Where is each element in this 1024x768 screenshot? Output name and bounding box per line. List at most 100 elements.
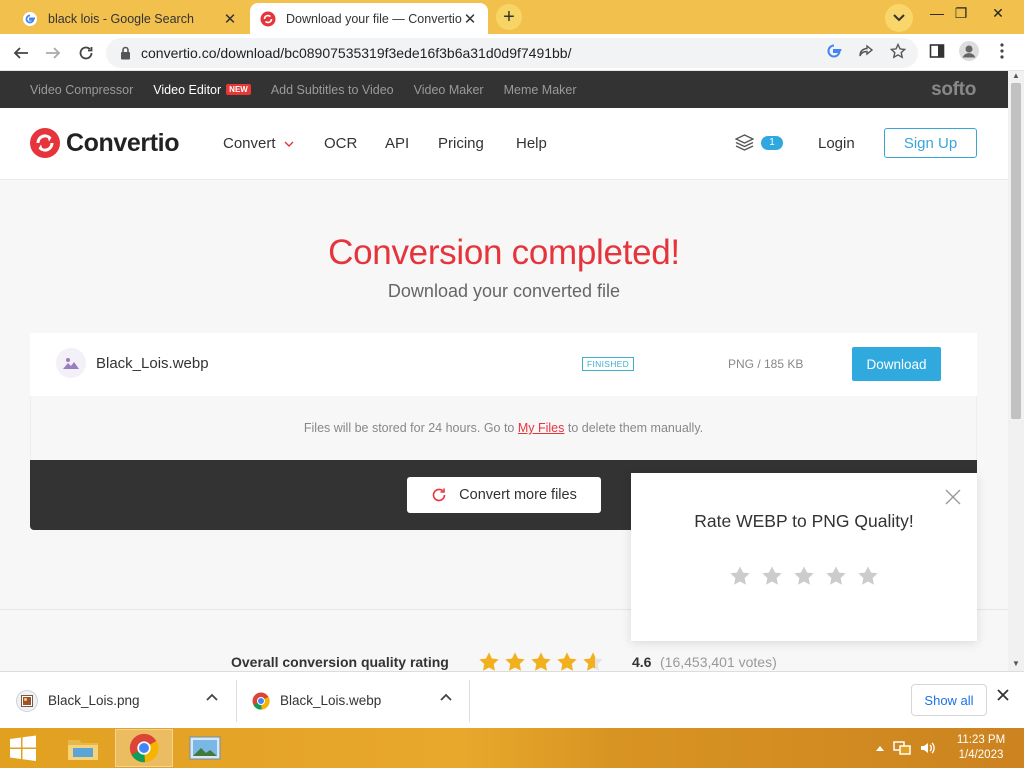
window-close-button[interactable]: ✕ <box>983 2 1013 24</box>
overall-rating-votes: (16,453,401 votes) <box>660 654 777 670</box>
new-badge: NEW <box>226 84 251 95</box>
google-icon <box>23 11 37 26</box>
taskbar-file-explorer[interactable] <box>54 729 112 767</box>
taskbar-clock[interactable]: 11:23 PM 1/4/2023 <box>946 733 1016 763</box>
share-icon[interactable] <box>856 41 876 61</box>
storage-note-text: to delete them manually. <box>564 421 704 435</box>
tab-search-button[interactable] <box>885 4 913 32</box>
topbar-link-video-compressor[interactable]: Video Compressor <box>30 83 133 97</box>
url-input[interactable] <box>141 45 781 61</box>
download-item-webp[interactable]: Black_Lois.webp <box>252 672 458 729</box>
page-title: Conversion completed! <box>328 233 680 272</box>
reload-icon <box>79 46 93 60</box>
storage-note: Files will be stored for 24 hours. Go to… <box>30 396 977 460</box>
rate-star-icon[interactable] <box>761 565 783 587</box>
refresh-icon <box>432 488 446 502</box>
menu-kebab-icon[interactable] <box>992 41 1012 61</box>
convert-more-files-button[interactable]: Convert more files <box>407 477 601 513</box>
nav-api[interactable]: API <box>385 135 409 152</box>
rate-star-icon[interactable] <box>825 565 847 587</box>
download-filename: Black_Lois.webp <box>280 693 382 708</box>
chevron-down-icon <box>893 14 905 22</box>
chrome-icon <box>252 692 270 710</box>
popup-close-button[interactable] <box>945 489 961 505</box>
page-subtitle: Download your converted file <box>387 281 621 301</box>
my-files-button[interactable]: 1 <box>735 134 783 151</box>
nav-pricing[interactable]: Pricing <box>438 135 484 152</box>
photo-viewer-icon <box>189 736 221 760</box>
show-hidden-icons-icon[interactable] <box>875 744 885 752</box>
web-page: Video Compressor Video Editor NEW Add Su… <box>0 71 1008 671</box>
start-button[interactable] <box>8 735 38 761</box>
browser-tab-strip: black lois - Google Search ✕ Download yo… <box>0 0 1024 34</box>
new-tab-button[interactable]: + <box>496 4 522 30</box>
png-file-icon <box>16 689 38 712</box>
my-files-link[interactable]: My Files <box>518 421 565 435</box>
close-tab-icon[interactable]: ✕ <box>222 10 238 28</box>
bookmark-star-icon[interactable] <box>888 41 908 61</box>
tab-google-search[interactable]: black lois - Google Search ✕ <box>12 3 248 34</box>
close-tab-icon[interactable]: ✕ <box>462 10 478 28</box>
divider <box>469 680 470 722</box>
clock-time: 11:23 PM <box>956 734 1006 746</box>
rate-stars <box>631 565 977 587</box>
nav-help[interactable]: Help <box>516 135 547 152</box>
rate-star-icon[interactable] <box>793 565 815 587</box>
rate-star-icon[interactable] <box>729 565 751 587</box>
google-lens-icon[interactable] <box>824 41 844 61</box>
topbar-link-video-maker[interactable]: Video Maker <box>414 83 484 97</box>
forward-button[interactable] <box>40 40 66 66</box>
scroll-thumb[interactable] <box>1011 83 1021 419</box>
nav-convert-dropdown[interactable]: Convert <box>223 135 294 152</box>
popup-title: Rate WEBP to PNG Quality! <box>694 511 914 531</box>
volume-icon[interactable] <box>919 740 935 756</box>
main-navigation: Convertio Convert OCR API Pricing Help 1… <box>0 108 1008 180</box>
image-file-icon <box>56 348 86 378</box>
convertio-logo[interactable]: Convertio <box>30 128 179 158</box>
chevron-up-icon[interactable] <box>440 693 452 701</box>
chevron-up-icon[interactable] <box>206 693 218 701</box>
overall-rating-stars <box>478 651 604 671</box>
downloads-bar: Black_Lois.png Black_Lois.webp Show all <box>0 671 1024 728</box>
download-button[interactable]: Download <box>852 347 941 381</box>
restore-button[interactable]: ❐ <box>946 2 976 24</box>
back-arrow-icon <box>13 47 28 59</box>
windows-taskbar: 11:23 PM 1/4/2023 <box>0 728 1024 768</box>
tab-convertio[interactable]: Download your file — Convertio ✕ <box>250 3 488 34</box>
topbar-link-add-subtitles[interactable]: Add Subtitles to Video <box>271 83 394 97</box>
scroll-up-arrow[interactable]: ▲ <box>1008 71 1024 81</box>
folder-icon <box>68 740 98 760</box>
network-icon[interactable] <box>893 740 911 756</box>
tab-title: black lois - Google Search <box>48 11 194 26</box>
taskbar-photos[interactable] <box>176 729 234 767</box>
rate-star-icon[interactable] <box>857 565 879 587</box>
softo-top-bar: Video Compressor Video Editor NEW Add Su… <box>0 71 1008 108</box>
side-panel-icon[interactable] <box>927 41 947 61</box>
show-all-downloads-button[interactable]: Show all <box>911 684 987 716</box>
file-name: Black_Lois.webp <box>96 355 209 372</box>
taskbar-chrome[interactable] <box>115 729 173 767</box>
scroll-down-arrow[interactable]: ▼ <box>1008 659 1024 669</box>
nav-ocr[interactable]: OCR <box>324 135 357 152</box>
login-link[interactable]: Login <box>818 135 855 152</box>
layers-icon <box>735 134 754 151</box>
topbar-link-video-editor[interactable]: Video Editor NEW <box>153 83 251 97</box>
lock-icon <box>121 46 130 60</box>
logo-text: Convertio <box>66 128 180 157</box>
close-icon <box>945 489 961 505</box>
topbar-link-meme-maker[interactable]: Meme Maker <box>504 83 577 97</box>
back-button[interactable] <box>8 40 34 66</box>
download-item-png[interactable]: Black_Lois.png <box>16 672 224 729</box>
file-format-size: PNG / 185 KB <box>728 357 804 371</box>
softo-logo[interactable]: softo <box>931 79 976 101</box>
divider <box>236 680 237 722</box>
address-bar[interactable] <box>106 38 918 68</box>
signup-button[interactable]: Sign Up <box>884 128 977 158</box>
overall-star-icon <box>531 652 551 671</box>
profile-avatar-icon[interactable] <box>959 41 979 61</box>
chevron-down-icon <box>284 141 294 147</box>
windows-logo-icon <box>10 735 36 761</box>
reload-button[interactable] <box>73 40 99 66</box>
close-downloads-bar-button[interactable] <box>997 689 1009 701</box>
page-scrollbar[interactable]: ▲ ▼ <box>1008 71 1024 671</box>
